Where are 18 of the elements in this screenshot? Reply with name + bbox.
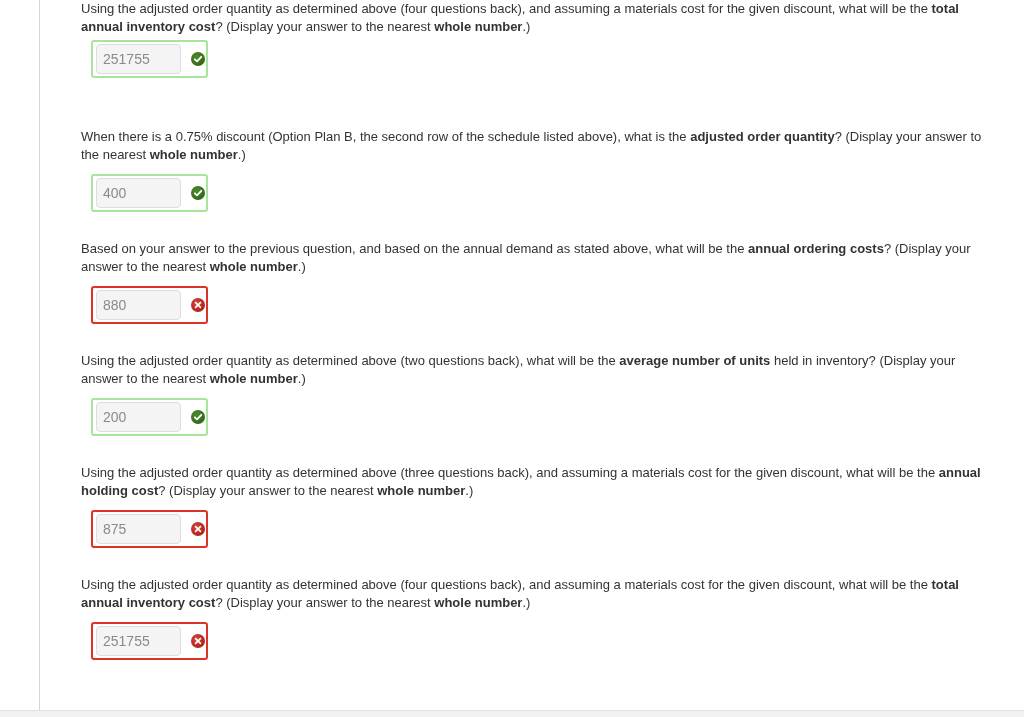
question-text: Using the adjusted order quantity as determined above (four questions back), and assuming a materials cost for the given discount, what will be the total annual inventory cost? (Display your answer to the nearest whole number.): [81, 576, 960, 612]
answer-field[interactable]: 875: [96, 514, 181, 544]
question-text: Using the adjusted order quantity as determined above (four questions back), and assuming a materials cost for the given discount, what will be the total annual inventory cost? (Display your answer to the nearest whole number.): [81, 0, 960, 36]
check-icon: [191, 186, 205, 200]
question-text: Using the adjusted order quantity as determined above (three questions back), and assuming a materials cost for the given discount, what will be the annual holding cost? (Display your answer to the nearest whole number.): [81, 464, 982, 500]
answer-field[interactable]: 400: [96, 178, 181, 208]
check-icon: [191, 52, 205, 66]
cross-icon: [191, 298, 205, 312]
answer-field[interactable]: 200: [96, 402, 181, 432]
check-icon: [191, 410, 205, 424]
answer-field[interactable]: 251755: [96, 626, 181, 656]
cross-icon: [191, 634, 205, 648]
question-text: Based on your answer to the previous question, and based on the annual demand as stated above, what will be the annual ordering costs? (Display your answer to the nearest whole number.): [81, 240, 972, 276]
question-text: Using the adjusted order quantity as determined above (two questions back), what will be the average number of units held in inventory? (Display your answer to the nearest whole number.): [81, 352, 957, 388]
question-text: When there is a 0.75% discount (Option Plan B, the second row of the schedule listed above), what is the adjusted order quantity? (Display your answer to the nearest whole number.): [81, 128, 983, 164]
answer-field[interactable]: 251755: [96, 44, 181, 74]
answer-field[interactable]: 880: [96, 290, 181, 320]
cross-icon: [191, 522, 205, 536]
